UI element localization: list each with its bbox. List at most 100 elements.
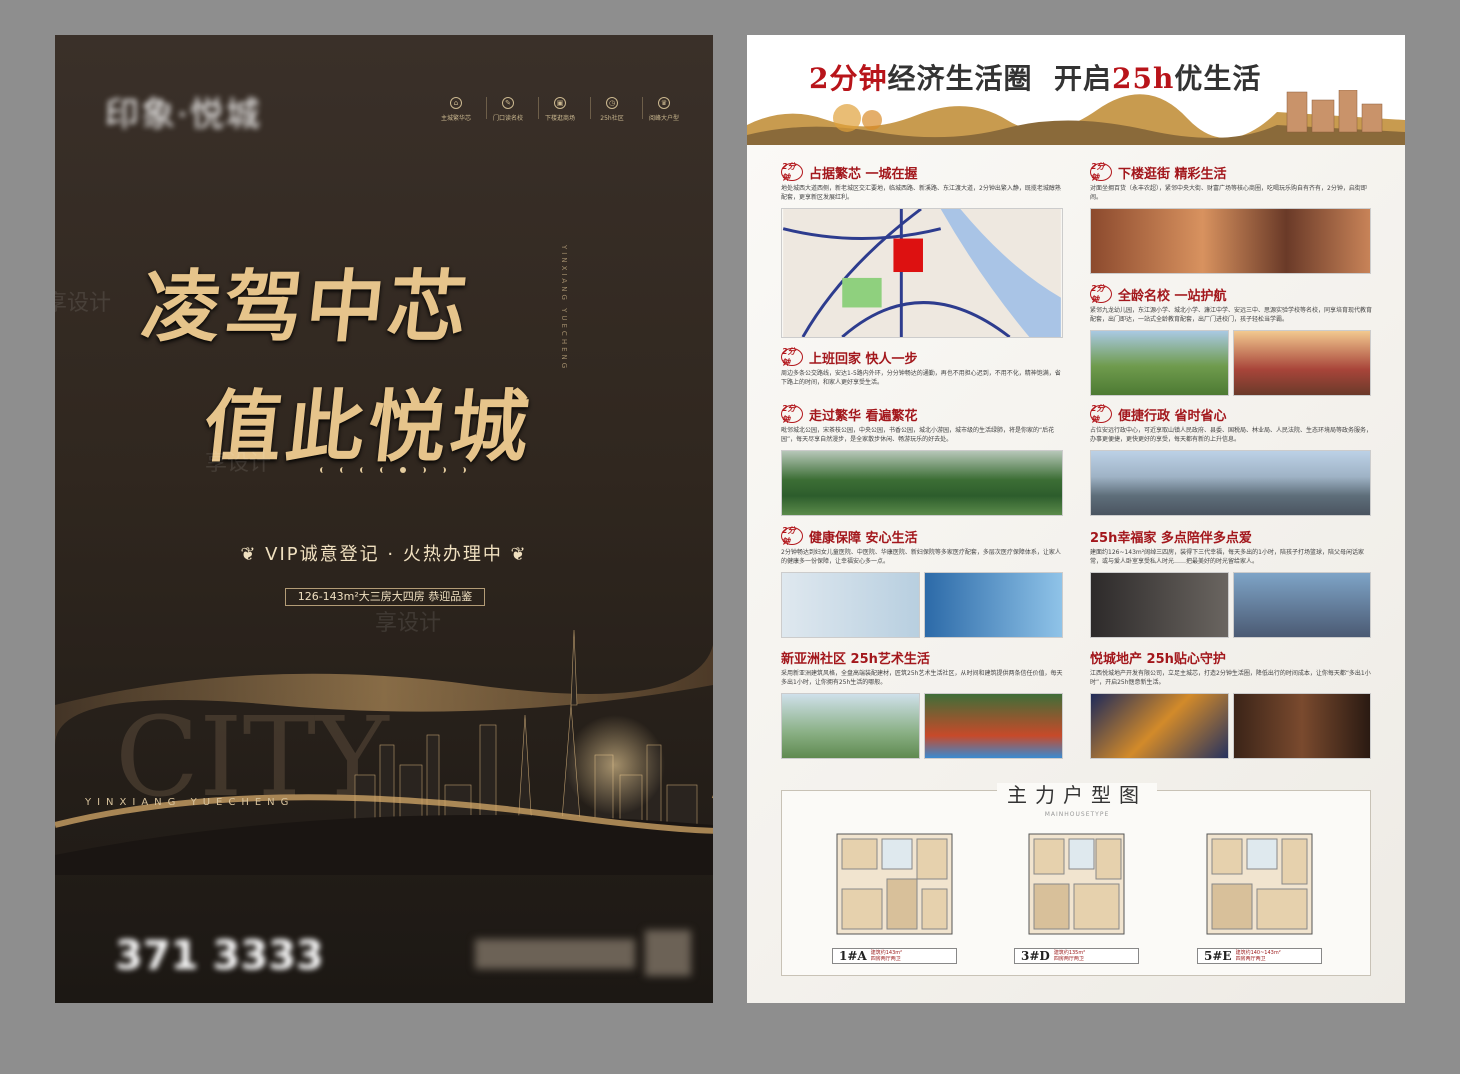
plan-code: 1#A	[839, 949, 867, 963]
feature-label: 门口读名校	[492, 115, 523, 122]
plans-title: 主力户型图	[782, 779, 1372, 808]
school-icon: ✎	[502, 97, 514, 109]
playground-image	[924, 693, 1063, 759]
qr-code	[645, 930, 691, 976]
plan-spec: 建筑约135m² 四房两厅两卫	[1053, 950, 1086, 962]
section-health: 2分钟 健康保障 安心生活 2分钟畅达到妇女儿童医院、中医院、华康医院、新妇保院等…	[781, 526, 1063, 568]
section-title: 便捷行政 省时省心	[1118, 408, 1227, 424]
plan-caption: 5#E 建筑约140~143m² 四房两厅两卫	[1197, 948, 1322, 964]
park-aerial-image	[781, 450, 1063, 516]
plan-code: 3#D	[1021, 949, 1050, 963]
living-room-image	[1090, 572, 1229, 638]
vip-text: VIP诚意登记 · 火热办理中	[265, 544, 503, 565]
floor-plan-d: 3#D 建筑约135m² 四房两厅两卫	[1014, 829, 1139, 964]
section-text: 毗邻城北公园，宋茶枝公园，中央公园，书香公园，城北小游园，城市级的生活绿肺，将是…	[781, 427, 1055, 443]
section-shopping: 2分钟 下楼逛街 精彩生活 对面坐拥百货（永丰农超），紧邻中央大街、财富广场等核心…	[1090, 162, 1372, 204]
section-title: 下楼逛街 精彩生活	[1118, 166, 1227, 182]
shop-icon: ▣	[554, 97, 566, 109]
section-title: 上班回家 快人一步	[809, 351, 918, 367]
phone-number: 371 3333	[115, 933, 324, 979]
mountain-banner-image	[747, 90, 1405, 145]
badge: 2分钟	[781, 404, 803, 424]
badge: 2分钟	[781, 347, 803, 367]
section-title: 悦城地产 25h贴心守护	[1090, 651, 1226, 667]
crown-icon: ♛	[658, 97, 670, 109]
floor-plan-drawing	[1028, 833, 1125, 935]
section-service: 悦城地产 25h贴心守护 江西悦城地产开发有限公司，立足主城芯，打造2分钟生活圈…	[1090, 648, 1372, 689]
section-title: 25h幸福家 多点陪伴多点爱	[1090, 530, 1252, 546]
badge: 2分钟	[781, 526, 803, 546]
right-poster: 2分钟经济生活圈 开启25h优生活 2分钟 占据繁芯 一城在握 地处城西大道西侧，…	[747, 35, 1405, 1003]
badge: 2分钟	[1090, 284, 1112, 304]
badge: 2分钟	[1090, 404, 1112, 424]
watermark: 享设计	[55, 291, 112, 316]
night-traffic-image	[1090, 693, 1229, 759]
plans-subtitle: MAINHOUSETYPE	[1044, 811, 1110, 818]
side-words: YINXIANG YUECHENG	[560, 245, 568, 372]
section-commute: 2分钟 上班回家 快人一步 周边多条公交路线，安达1-5路内外环，分分钟畅达的通勤…	[781, 347, 1063, 389]
section-text: 紧邻九龙幼儿园，东江源小学、城北小学、濂江中学、安远三中、思源实验学校等名校，同…	[1090, 307, 1372, 323]
floor-plan-drawing	[1206, 833, 1313, 935]
location-map-image	[781, 208, 1063, 338]
children-reading-image	[1090, 330, 1229, 396]
plan-caption: 1#A 建筑约143m² 四房两厅两卫	[832, 948, 957, 964]
students-running-image	[1233, 330, 1371, 396]
feature-home: ⌂ 主城繁华芯	[435, 97, 477, 122]
section-text: 占位安远行政中心，可近享取山镇人民政府、县委、国税局、林业局、人民法院、生态环境…	[1090, 427, 1372, 443]
balcony-view-image	[1233, 572, 1371, 638]
clock-icon: ◷	[606, 97, 618, 109]
section-text: 建面约126~143m²阔绰三四房，装得下三代幸福，每天多出的1小时，陪孩子打场…	[1090, 549, 1365, 565]
doctors-image	[781, 572, 920, 638]
section-text: 地处城西大道西侧，新老城区交汇要地，临城西路、新溪路、东江渡大道，2分钟出繁入静…	[781, 185, 1061, 201]
floor-plan-a: 1#A 建筑约143m² 四房两厅两卫	[832, 829, 957, 964]
section-text: 采用新亚洲建筑风格，全盘高端装配建材，匠筑25h艺术生活社区，从时间和建筑提供两…	[781, 670, 1063, 686]
feature-label: 主城繁华芯	[440, 115, 471, 122]
section-school: 2分钟 全龄名校 一站护航 紧邻九龙幼儿园，东江源小学、城北小学、濂江中学、安远三…	[1090, 284, 1372, 326]
brand-logo: 印象·悦城	[105, 95, 262, 135]
badge: 2分钟	[781, 162, 803, 182]
divider	[590, 97, 591, 119]
section-location: 2分钟 占据繁芯 一城在握 地处城西大道西侧，新老城区交汇要地，临城西路、新溪路、…	[781, 162, 1063, 204]
section-family: 25h幸福家 多点陪伴多点爱 建面约126~143m²阔绰三四房，装得下三代幸福…	[1090, 527, 1372, 568]
community-aerial-image	[781, 693, 920, 759]
feature-shop: ▣ 下楼逛商场	[539, 97, 581, 122]
feature-label: 25h社区	[600, 115, 624, 122]
plan-caption: 3#D 建筑约135m² 四房两厅两卫	[1014, 948, 1139, 964]
divider	[538, 97, 539, 119]
header-banner: 2分钟经济生活圈 开启25h优生活	[747, 35, 1405, 145]
section-title: 占据繁芯 一城在握	[809, 166, 918, 182]
floor-plans-panel: 主力户型图 MAINHOUSETYPE 1#A 建筑约143m² 四房两厅两卫 3…	[781, 783, 1371, 976]
section-community: 新亚洲社区 25h艺术生活 采用新亚洲建筑风格，全盘高端装配建材，匠筑25h艺术…	[781, 648, 1063, 689]
plans-title-text: 主力户型图	[997, 783, 1157, 807]
section-park: 2分钟 走过繁华 看遍繁花 毗邻城北公园，宋茶枝公园，中央公园，书香公园，城北小游…	[781, 404, 1063, 446]
floor-plan-e: 5#E 建筑约140~143m² 四房两厅两卫	[1197, 829, 1322, 964]
city-buildings-image	[1090, 450, 1371, 516]
section-text: 江西悦城地产开发有限公司，立足主城芯，打造2分钟生活圈，降低出行的时间成本，让你…	[1090, 670, 1371, 686]
city-skyline-image: CITY	[55, 629, 713, 875]
section-text: 周边多条公交路线，安达1-5路内外环，分分钟畅达的通勤，再也不用担心迟到，不用不…	[781, 370, 1061, 386]
feature-nav: ⌂ 主城繁华芯 ✎ 门口读名校 ▣ 下楼逛商场 ◷ 25h社区 ♛ 阅峰大户型	[435, 97, 685, 122]
city-caption: YINXIANG YUECHENG	[85, 797, 295, 808]
plan-code: 5#E	[1204, 949, 1232, 963]
shopping-street-image	[1090, 208, 1371, 274]
divider	[642, 97, 643, 119]
headline-line-2: 值此悦城	[199, 382, 538, 473]
feature-crown: ♛ 阅峰大户型	[643, 97, 685, 122]
divider	[486, 97, 487, 119]
blurred-info	[475, 939, 635, 969]
section-government: 2分钟 便捷行政 省时省心 占位安远行政中心，可近享取山镇人民政府、县委、国税局、…	[1090, 404, 1372, 446]
plan-spec: 建筑约143m² 四房两厅两卫	[870, 950, 903, 962]
badge: 2分钟	[1090, 162, 1112, 182]
headline-line-1: 凌驾中芯	[137, 262, 476, 353]
section-title: 健康保障 安心生活	[809, 530, 918, 546]
feature-label: 下楼逛商场	[544, 115, 575, 122]
unit-size-tag: 126-143m²大三房大四房 恭迎品鉴	[285, 588, 485, 606]
vip-registration: ❦ VIP诚意登记 · 火热办理中 ❦	[240, 544, 528, 565]
section-text: 对面坐拥百货（永丰农超），紧邻中央大街、财富广场等核心商圈，吃喝玩乐购自有齐有，…	[1090, 185, 1367, 201]
left-poster: 印象·悦城 ⌂ 主城繁华芯 ✎ 门口读名校 ▣ 下楼逛商场 ◷ 25h社区 ♛ 阅峰大户型…	[55, 35, 713, 1003]
feature-label: 阅峰大户型	[648, 115, 679, 122]
moon-phase-dots	[320, 467, 466, 473]
section-title: 全龄名校 一站护航	[1118, 288, 1227, 304]
section-title: 新亚洲社区 25h艺术生活	[781, 651, 930, 667]
feature-school: ✎ 门口读名校	[487, 97, 529, 122]
